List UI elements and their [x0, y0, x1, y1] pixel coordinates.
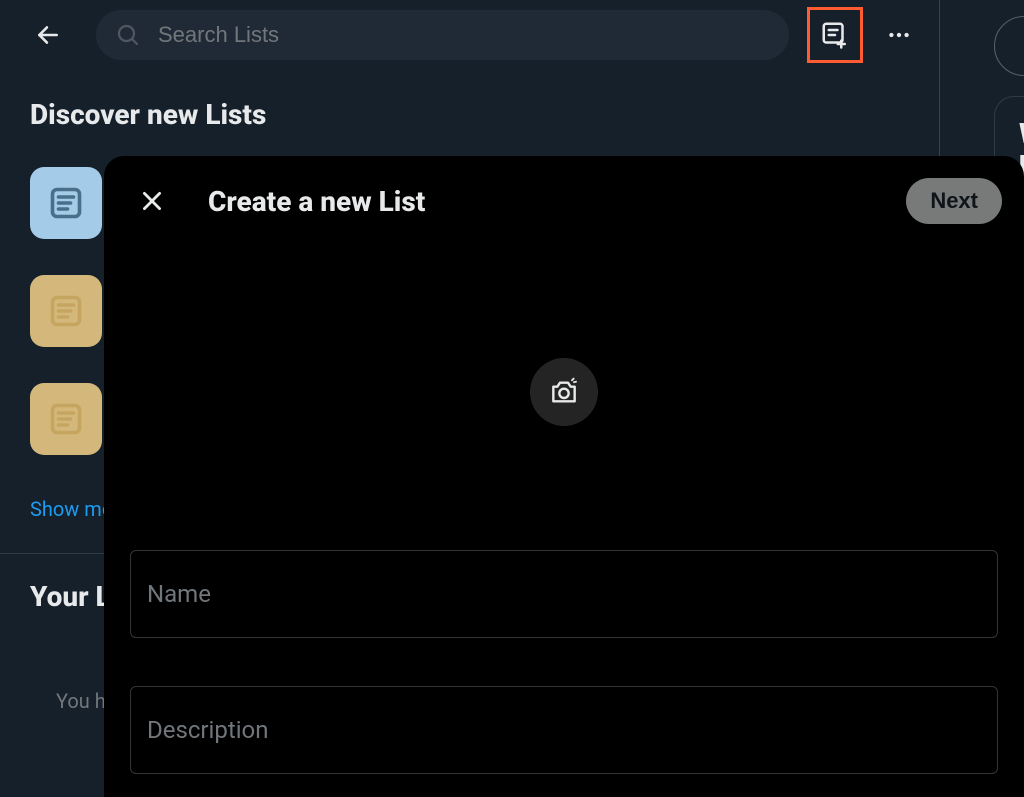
next-button[interactable]: Next [906, 178, 1002, 224]
list-icon [48, 185, 84, 221]
list-item[interactable] [30, 275, 102, 347]
more-horizontal-icon [886, 22, 912, 48]
list-plus-icon [820, 20, 850, 50]
back-button[interactable] [28, 15, 68, 55]
modal-title: Create a new List [208, 185, 425, 218]
arrow-left-icon [35, 22, 61, 48]
add-banner-photo-button[interactable] [530, 358, 598, 426]
name-label: Name [147, 580, 211, 608]
create-list-form: Name Description [104, 550, 1024, 774]
list-item[interactable] [30, 383, 102, 455]
banner-upload-zone [104, 234, 1024, 550]
close-icon [139, 188, 165, 214]
list-icon [48, 293, 84, 329]
list-item[interactable] [30, 167, 102, 239]
list-icon [48, 401, 84, 437]
description-label: Description [147, 716, 269, 744]
search-input[interactable] [158, 22, 769, 48]
topbar [0, 0, 939, 70]
discover-heading: Discover new Lists [30, 98, 909, 131]
close-button[interactable] [132, 181, 172, 221]
camera-plus-icon [548, 376, 580, 408]
name-field[interactable]: Name [130, 550, 998, 638]
description-field[interactable]: Description [130, 686, 998, 774]
search-bar[interactable] [96, 10, 789, 60]
profile-search-circle[interactable] [994, 16, 1024, 76]
search-icon [116, 23, 140, 47]
more-button[interactable] [879, 15, 919, 55]
create-list-button[interactable] [807, 7, 863, 63]
modal-header: Create a new List Next [104, 156, 1024, 224]
create-list-modal: Create a new List Next Name Description [104, 156, 1024, 797]
